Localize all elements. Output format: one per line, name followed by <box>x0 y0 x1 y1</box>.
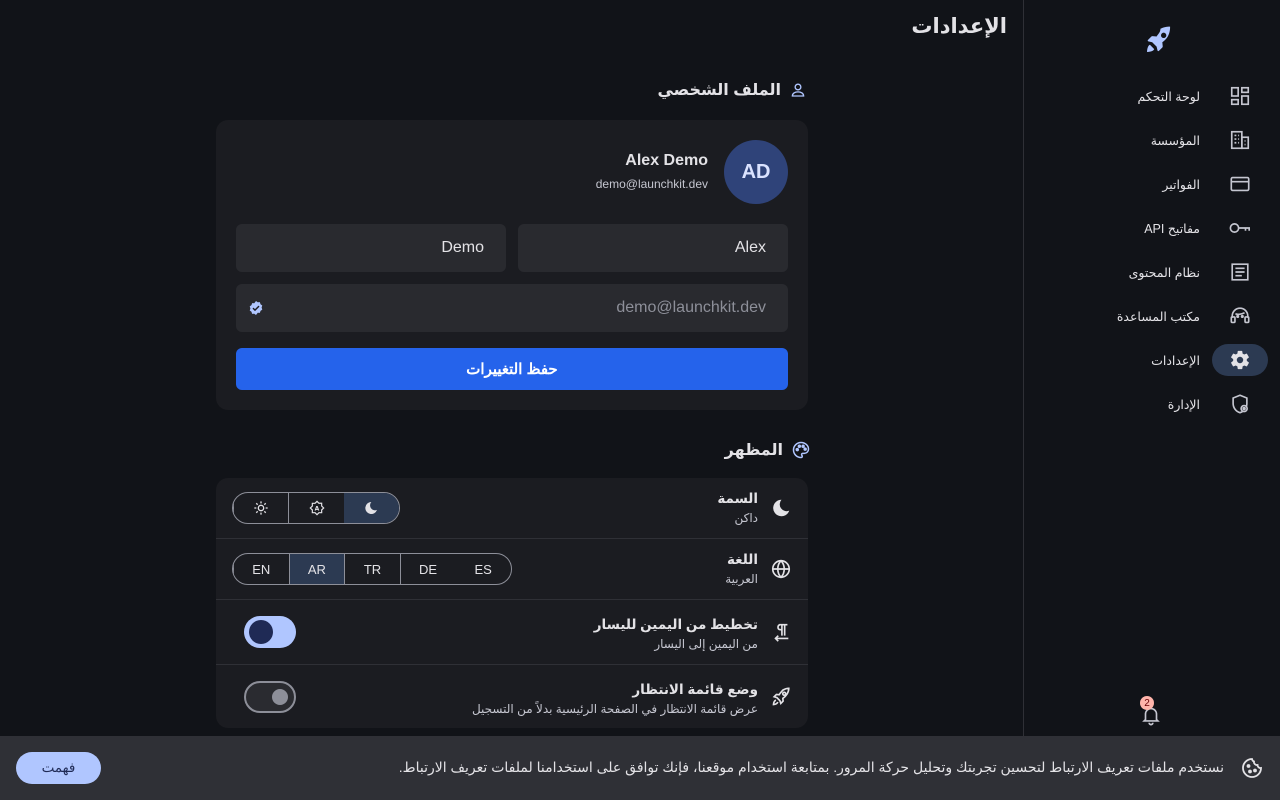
verified-icon <box>249 301 263 315</box>
moon-icon <box>773 499 790 517</box>
toggle-knob <box>272 689 288 705</box>
sidebar-item-admin[interactable]: الإدارة <box>1036 388 1268 420</box>
profile-card: AD Alex Demo demo@launchkit.dev حفظ التغ… <box>216 120 808 410</box>
organization-icon <box>1212 124 1268 156</box>
cookie-icon <box>1242 758 1262 778</box>
svg-text:A: A <box>314 505 319 512</box>
appearance-heading-text: المظهر <box>724 442 783 459</box>
rocket-icon <box>772 687 790 706</box>
dashboard-icon <box>1212 80 1268 112</box>
profile-email: demo@launchkit.dev <box>595 177 708 191</box>
sidebar-item-label: مكتب المساعدة <box>1116 309 1200 324</box>
language-option[interactable]: ES <box>455 554 511 584</box>
sidebar-item-label: لوحة التحكم <box>1137 89 1200 104</box>
language-row: اللغة العربية EN AR TR DE ES <box>216 539 808 600</box>
rocket-icon[interactable] <box>1143 24 1175 56</box>
support-agent-icon <box>1212 300 1268 332</box>
sidebar-item-billing[interactable]: الفواتير <box>1036 168 1268 200</box>
cookie-banner: نستخدم ملفات تعريف الارتباط لتحسين تجربت… <box>0 736 1280 800</box>
waitlist-toggle[interactable] <box>244 681 296 713</box>
waitlist-sub: عرض قائمة الانتظار في الصفحة الرئيسية بد… <box>471 702 758 716</box>
language-selector: EN AR TR DE ES <box>232 553 512 585</box>
save-button[interactable]: حفظ التغييرات <box>236 348 788 390</box>
theme-dark-button[interactable] <box>343 493 399 523</box>
appearance-card: السمة داكن A اللغة العربية EN AR TR DE E… <box>216 478 808 728</box>
sidebar-item-api-keys[interactable]: مفاتيح API <box>1036 212 1268 244</box>
rtl-title: تخطيط من اليمين لليسار <box>593 617 758 632</box>
moon-icon <box>365 502 378 514</box>
theme-value: داكن <box>734 511 758 525</box>
article-icon <box>1212 256 1268 288</box>
brightness-auto-icon: A <box>308 500 325 516</box>
sidebar-item-label: المؤسسة <box>1150 133 1200 148</box>
theme-row: السمة داكن A <box>216 478 808 539</box>
avatar: AD <box>724 140 788 204</box>
sidebar-item-label: الفواتير <box>1162 177 1200 192</box>
sidebar-nav: لوحة التحكم المؤسسة الفواتير مفاتيح API … <box>1036 80 1268 432</box>
waitlist-row: وضع قائمة الانتظار عرض قائمة الانتظار في… <box>216 665 808 728</box>
sidebar-item-cms[interactable]: نظام المحتوى <box>1036 256 1268 288</box>
cookie-message: نستخدم ملفات تعريف الارتباط لتحسين تجربت… <box>398 759 1224 775</box>
first-name-field[interactable] <box>518 224 788 272</box>
person-icon <box>791 83 805 97</box>
toggle-knob <box>249 620 273 644</box>
admin-shield-icon <box>1212 388 1268 420</box>
sidebar-item-label: الإعدادات <box>1151 353 1200 368</box>
sidebar-item-helpdesk[interactable]: مكتب المساعدة <box>1036 300 1268 332</box>
rtl-row: تخطيط من اليمين لليسار من اليمين إلى الي… <box>216 600 808 665</box>
last-name-field[interactable] <box>236 224 506 272</box>
key-icon <box>1212 212 1268 244</box>
main-content: الإعدادات الملف الشخصي AD Alex Demo demo… <box>0 0 1023 736</box>
palette-icon <box>792 441 810 459</box>
text-direction-icon <box>774 623 789 642</box>
page-title: الإعدادات <box>911 15 1007 38</box>
email-field[interactable] <box>236 284 788 332</box>
globe-icon <box>771 559 791 579</box>
sidebar-item-label: الإدارة <box>1167 397 1200 412</box>
profile-name: Alex Demo <box>625 152 708 169</box>
waitlist-title: وضع قائمة الانتظار <box>632 682 758 697</box>
cookie-accept-button[interactable]: فهمت <box>16 752 101 784</box>
sidebar-item-settings[interactable]: الإعدادات <box>1036 344 1268 376</box>
appearance-section-heading: المظهر <box>725 440 811 460</box>
language-option[interactable]: EN <box>233 554 289 584</box>
profile-section-heading: الملف الشخصي <box>657 80 807 100</box>
gear-icon <box>1212 344 1268 376</box>
sidebar: لوحة التحكم المؤسسة الفواتير مفاتيح API … <box>1023 0 1280 736</box>
profile-heading-text: الملف الشخصي <box>657 82 781 99</box>
notification-count-badge: 2 <box>1140 696 1154 710</box>
rtl-toggle[interactable] <box>244 616 296 648</box>
theme-light-button[interactable] <box>233 493 288 523</box>
notifications-button[interactable]: 2 <box>1138 696 1162 728</box>
rtl-sub: من اليمين إلى اليسار <box>654 637 758 651</box>
language-value: العربية <box>725 572 758 586</box>
theme-auto-button[interactable]: A <box>288 493 343 523</box>
sidebar-item-label: مفاتيح API <box>1144 221 1200 236</box>
sidebar-item-organization[interactable]: المؤسسة <box>1036 124 1268 156</box>
sidebar-item-dashboard[interactable]: لوحة التحكم <box>1036 80 1268 112</box>
language-option[interactable]: AR <box>288 554 345 584</box>
language-option[interactable]: TR <box>344 554 400 584</box>
sun-icon <box>254 501 268 515</box>
sidebar-item-label: نظام المحتوى <box>1128 265 1200 280</box>
theme-selector: A <box>232 492 400 524</box>
credit-card-icon <box>1212 168 1268 200</box>
theme-title: السمة <box>717 491 758 506</box>
language-option[interactable]: DE <box>399 554 456 584</box>
language-title: اللغة <box>726 552 758 567</box>
